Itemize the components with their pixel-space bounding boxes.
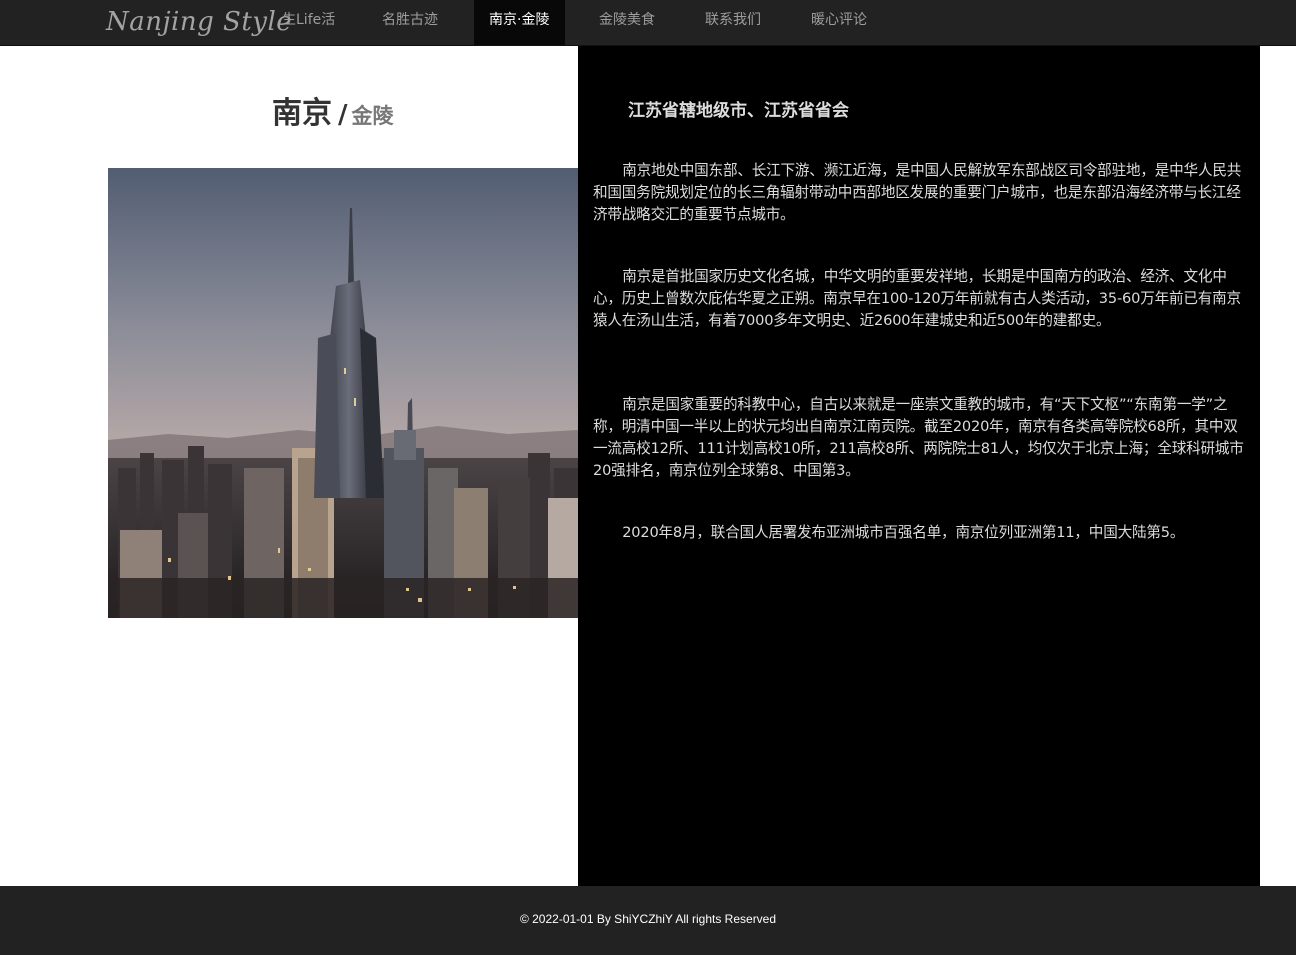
- nav-item-life[interactable]: 生Life活: [266, 0, 351, 45]
- page-title-main: 南京: [272, 96, 332, 131]
- nav-item-contact-us[interactable]: 联系我们: [690, 0, 780, 45]
- article-panel: 江苏省辖地级市、江苏省省会 南京地处中国东部、长江下游、濒江近海，是中国人民解放…: [578, 46, 1260, 886]
- nav-item-scenic-spots[interactable]: 名胜古迹: [366, 0, 458, 45]
- page-title: 南京 / 金陵: [272, 88, 394, 132]
- nav-item-comments[interactable]: 暖心评论: [796, 0, 888, 45]
- nanjing-skyline-photo: [108, 168, 578, 618]
- page-title-separator: /: [338, 100, 348, 130]
- article-paragraph: 南京地处中国东部、长江下游、濒江近海，是中国人民解放军东部战区司令部驻地，是中华…: [593, 162, 1242, 223]
- nav-item-nanjing-jinling[interactable]: 南京·金陵: [474, 0, 565, 45]
- article-heading: 江苏省辖地级市、江苏省省会: [628, 101, 849, 121]
- copyright-text: © 2022-01-01 By ShiYCZhiY All rights Res…: [519, 912, 777, 926]
- right-margin: [1260, 46, 1296, 886]
- page-title-sub: 金陵: [351, 104, 394, 128]
- page-footer: © 2022-01-01 By ShiYCZhiY All rights Res…: [0, 886, 1296, 955]
- top-navbar: Nanjing Style 生Life活 名胜古迹 南京·金陵 金陵美食 联系我…: [0, 0, 1296, 46]
- article-paragraph: 南京是首批国家历史文化名城，中华文明的重要发祥地，长期是中国南方的政治、经济、文…: [593, 268, 1241, 329]
- brand-logo[interactable]: Nanjing Style: [106, 2, 292, 42]
- article-paragraph: 南京是国家重要的科教中心，自古以来就是一座崇文重教的城市，有“天下文枢”“东南第…: [593, 396, 1244, 479]
- nav-item-jinling-food[interactable]: 金陵美食: [584, 0, 674, 45]
- article-paragraph: 2020年8月，联合国人居署发布亚洲城市百强名单，南京位列亚洲第11，中国大陆第…: [622, 524, 1185, 541]
- hero-panel: 南京 / 金陵: [0, 46, 578, 886]
